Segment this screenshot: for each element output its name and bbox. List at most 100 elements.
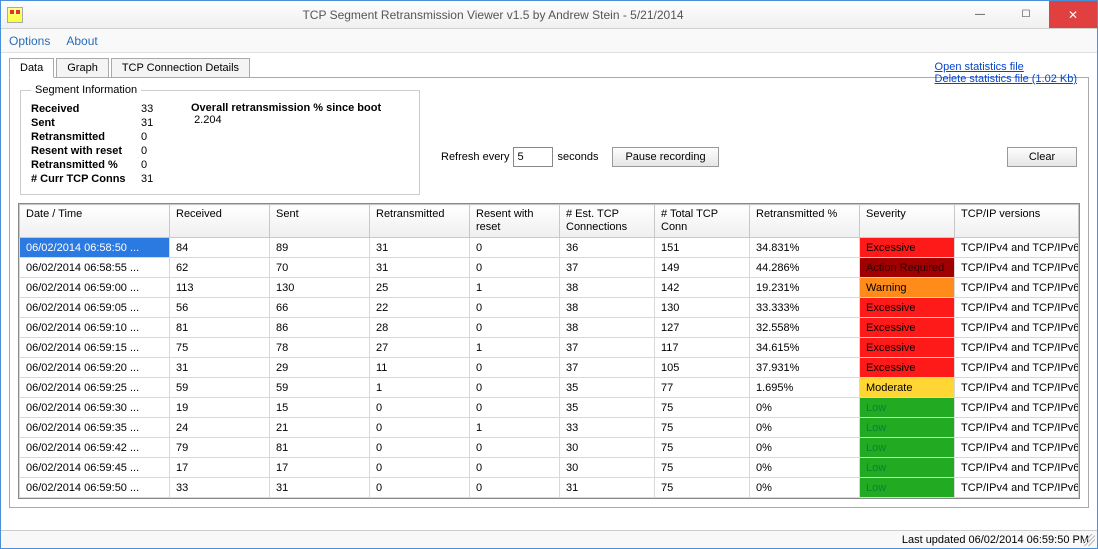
table-cell: Low <box>860 398 955 418</box>
column-header[interactable]: Severity <box>860 205 955 238</box>
resize-grip[interactable] <box>1083 534 1095 546</box>
table-cell: 59 <box>270 378 370 398</box>
table-cell: 1 <box>470 338 560 358</box>
table-cell: 31 <box>270 478 370 498</box>
table-cell: 78 <box>270 338 370 358</box>
tab-details[interactable]: TCP Connection Details <box>111 58 250 78</box>
column-header[interactable]: TCP/IP versions <box>955 205 1079 238</box>
table-row[interactable]: 06/02/2014 06:58:55 ...62703103714944.28… <box>20 258 1079 278</box>
table-cell: 06/02/2014 06:58:55 ... <box>20 258 170 278</box>
table-cell: 70 <box>270 258 370 278</box>
tab-graph[interactable]: Graph <box>56 58 109 78</box>
table-cell: 32.558% <box>750 318 860 338</box>
table-cell: 0% <box>750 458 860 478</box>
seg-retrans-label: Retransmitted <box>31 130 141 144</box>
table-cell: 0 <box>470 478 560 498</box>
refresh-label: Refresh every <box>441 151 509 163</box>
table-cell: 06/02/2014 06:59:25 ... <box>20 378 170 398</box>
seg-received-label: Received <box>31 102 141 116</box>
table-cell: TCP/IPv4 and TCP/IPv6 <box>955 318 1079 338</box>
table-cell: 31 <box>370 258 470 278</box>
table-cell: 06/02/2014 06:59:05 ... <box>20 298 170 318</box>
column-header[interactable]: Retransmitted <box>370 205 470 238</box>
table-cell: 06/02/2014 06:59:45 ... <box>20 458 170 478</box>
table-row[interactable]: 06/02/2014 06:59:25 ...59591035771.695%M… <box>20 378 1079 398</box>
table-row[interactable]: 06/02/2014 06:59:00 ...1131302513814219.… <box>20 278 1079 298</box>
table-cell: 38 <box>560 298 655 318</box>
column-header[interactable]: Sent <box>270 205 370 238</box>
table-cell: 19.231% <box>750 278 860 298</box>
refresh-input[interactable] <box>513 147 553 167</box>
seg-conns-label: # Curr TCP Conns <box>31 172 141 186</box>
table-row[interactable]: 06/02/2014 06:59:45 ...17170030750%LowTC… <box>20 458 1079 478</box>
table-cell: TCP/IPv4 and TCP/IPv6 <box>955 358 1079 378</box>
table-cell: 37.931% <box>750 358 860 378</box>
table-row[interactable]: 06/02/2014 06:58:50 ...84893103615134.83… <box>20 238 1079 258</box>
pause-button[interactable]: Pause recording <box>612 147 718 167</box>
table-row[interactable]: 06/02/2014 06:59:20 ...31291103710537.93… <box>20 358 1079 378</box>
table-cell: 34.831% <box>750 238 860 258</box>
table-cell: TCP/IPv4 and TCP/IPv6 <box>955 378 1079 398</box>
table-cell: TCP/IPv4 and TCP/IPv6 <box>955 278 1079 298</box>
maximize-button[interactable]: ☐ <box>1003 1 1049 28</box>
seg-overall-value: 2.204 <box>194 114 222 126</box>
table-cell: 81 <box>170 318 270 338</box>
table-row[interactable]: 06/02/2014 06:59:42 ...79810030750%LowTC… <box>20 438 1079 458</box>
table-cell: 62 <box>170 258 270 278</box>
table-cell: 33 <box>170 478 270 498</box>
table-cell: Low <box>860 458 955 478</box>
column-header[interactable]: # Total TCP Conn <box>655 205 750 238</box>
table-cell: 1 <box>470 278 560 298</box>
table-cell: 75 <box>655 398 750 418</box>
table-cell: 30 <box>560 458 655 478</box>
table-cell: 0 <box>370 478 470 498</box>
app-icon <box>7 7 23 23</box>
table-cell: 0 <box>470 398 560 418</box>
close-button[interactable]: ✕ <box>1049 1 1097 28</box>
seg-conns-value: 31 <box>141 172 181 186</box>
seg-resent-label: Resent with reset <box>31 144 141 158</box>
table-cell: 31 <box>170 358 270 378</box>
seg-sent-label: Sent <box>31 116 141 130</box>
column-header[interactable]: Resent with reset <box>470 205 560 238</box>
tab-data[interactable]: Data <box>9 58 54 78</box>
table-row[interactable]: 06/02/2014 06:59:15 ...75782713711734.61… <box>20 338 1079 358</box>
table-row[interactable]: 06/02/2014 06:59:30 ...19150035750%LowTC… <box>20 398 1079 418</box>
table-cell: 0 <box>470 438 560 458</box>
table-row[interactable]: 06/02/2014 06:59:10 ...81862803812732.55… <box>20 318 1079 338</box>
table-cell: 38 <box>560 318 655 338</box>
table-cell: TCP/IPv4 and TCP/IPv6 <box>955 478 1079 498</box>
table-cell: Excessive <box>860 338 955 358</box>
column-header[interactable]: # Est. TCP Connections <box>560 205 655 238</box>
table-cell: 142 <box>655 278 750 298</box>
seg-retransx-value: 0 <box>141 158 181 172</box>
column-header[interactable]: Received <box>170 205 270 238</box>
table-cell: 0% <box>750 418 860 438</box>
seg-retransx-label: Retransmitted % <box>31 158 141 172</box>
table-cell: 75 <box>655 418 750 438</box>
grid: Date / TimeReceivedSentRetransmittedRese… <box>18 203 1080 499</box>
table-cell: 75 <box>655 458 750 478</box>
column-header[interactable]: Retransmitted % <box>750 205 860 238</box>
table-cell: 113 <box>170 278 270 298</box>
table-cell: 1 <box>470 418 560 438</box>
table-cell: 77 <box>655 378 750 398</box>
table-row[interactable]: 06/02/2014 06:59:50 ...33310031750%LowTC… <box>20 478 1079 498</box>
column-header[interactable]: Date / Time <box>20 205 170 238</box>
menu-about[interactable]: About <box>66 34 97 48</box>
menu-options[interactable]: Options <box>9 34 50 48</box>
table-cell: 19 <box>170 398 270 418</box>
table-cell: Action Required <box>860 258 955 278</box>
table-row[interactable]: 06/02/2014 06:59:35 ...24210133750%LowTC… <box>20 418 1079 438</box>
seg-retrans-value: 0 <box>141 130 181 144</box>
table-row[interactable]: 06/02/2014 06:59:05 ...56662203813033.33… <box>20 298 1079 318</box>
table-cell: 89 <box>270 238 370 258</box>
menubar: Options About <box>1 29 1097 53</box>
table-cell: 117 <box>655 338 750 358</box>
minimize-button[interactable]: — <box>957 1 1003 28</box>
table-cell: 105 <box>655 358 750 378</box>
table-cell: Warning <box>860 278 955 298</box>
table-cell: TCP/IPv4 and TCP/IPv6 <box>955 418 1079 438</box>
table-cell: 0 <box>370 398 470 418</box>
clear-button[interactable]: Clear <box>1007 147 1077 167</box>
